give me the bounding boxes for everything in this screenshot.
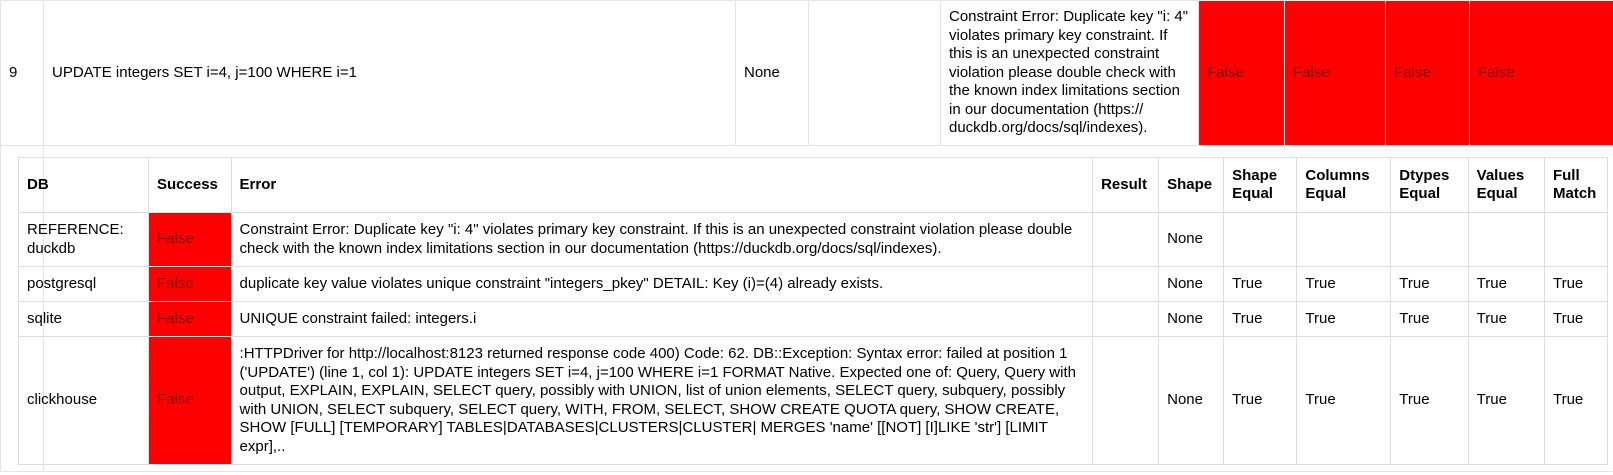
result-cell: None [735, 0, 809, 146]
header-values-equal: Values Equal [1467, 157, 1545, 213]
full-match-cell [1543, 212, 1609, 267]
result-cell [1092, 336, 1160, 465]
shape-cell: None [1158, 301, 1225, 337]
error-cell: Constraint Error: Duplicate key "i: 4" v… [230, 212, 1094, 267]
shape-equal-cell [1223, 212, 1298, 267]
shape-cell [808, 0, 941, 146]
error-cell: :HTTPDriver for http://localhost:8123 re… [230, 336, 1094, 465]
flag-cell: False [1284, 0, 1386, 146]
full-match-cell: True [1543, 336, 1609, 465]
table-row: sqlite False UNIQUE constraint failed: i… [18, 301, 1609, 337]
columns-equal-cell [1296, 212, 1392, 267]
db-name: REFERENCE: duckdb [18, 212, 149, 267]
error-cell: Constraint Error: Duplicate key "i: 4" v… [940, 0, 1199, 146]
header-dtypes-equal: Dtypes Equal [1390, 157, 1469, 213]
header-error: Error [230, 157, 1094, 213]
columns-equal-cell: True [1296, 301, 1392, 337]
values-equal-cell: True [1467, 301, 1545, 337]
query-cell: UPDATE integers SET i=4, j=100 WHERE i=1 [43, 0, 736, 146]
results-table-wrapper: DB Success Error Result Shape Shape Equa… [18, 157, 1609, 465]
shape-cell: None [1158, 266, 1225, 302]
shape-cell: None [1158, 212, 1225, 267]
columns-equal-cell: True [1296, 336, 1392, 465]
full-match-cell: True [1543, 266, 1609, 302]
header-full-match: Full Match [1543, 157, 1609, 213]
results-table: DB Success Error Result Shape Shape Equa… [18, 157, 1609, 465]
table-row: REFERENCE: duckdb False Constraint Error… [18, 212, 1609, 267]
dtypes-equal-cell [1390, 212, 1469, 267]
db-name: postgresql [18, 266, 149, 302]
flag-cell: False [1198, 0, 1285, 146]
shape-cell: None [1158, 336, 1225, 465]
flag-cell: False [1385, 0, 1470, 146]
db-name: sqlite [18, 301, 149, 337]
error-cell: duplicate key value violates unique cons… [230, 266, 1094, 302]
error-cell: UNIQUE constraint failed: integers.i [230, 301, 1094, 337]
test-row: 9 UPDATE integers SET i=4, j=100 WHERE i… [0, 0, 1613, 146]
results-header-row: DB Success Error Result Shape Shape Equa… [18, 157, 1609, 213]
dtypes-equal-cell: True [1390, 266, 1469, 302]
success-cell: False [148, 266, 232, 302]
flag-cell: False [1469, 0, 1613, 146]
result-cell [1092, 266, 1160, 302]
row-index: 9 [0, 0, 44, 146]
header-columns-equal: Columns Equal [1296, 157, 1392, 213]
header-db: DB [18, 157, 149, 213]
success-cell: False [148, 336, 232, 465]
values-equal-cell: True [1467, 336, 1545, 465]
header-shape-equal: Shape Equal [1223, 157, 1298, 213]
shape-equal-cell: True [1223, 266, 1298, 302]
table-row: clickhouse False :HTTPDriver for http://… [18, 336, 1609, 465]
table-row: postgresql False duplicate key value vio… [18, 266, 1609, 302]
dtypes-equal-cell: True [1390, 301, 1469, 337]
values-equal-cell [1467, 212, 1545, 267]
db-name: clickhouse [18, 336, 149, 465]
full-match-cell: True [1543, 301, 1609, 337]
header-shape: Shape [1158, 157, 1225, 213]
result-cell [1092, 301, 1160, 337]
values-equal-cell: True [1467, 266, 1545, 302]
columns-equal-cell: True [1296, 266, 1392, 302]
shape-equal-cell: True [1223, 336, 1298, 465]
success-cell: False [148, 301, 232, 337]
header-success: Success [148, 157, 232, 213]
header-result: Result [1092, 157, 1160, 213]
shape-equal-cell: True [1223, 301, 1298, 337]
dtypes-equal-cell: True [1390, 336, 1469, 465]
success-cell: False [148, 212, 232, 267]
result-cell [1092, 212, 1160, 267]
